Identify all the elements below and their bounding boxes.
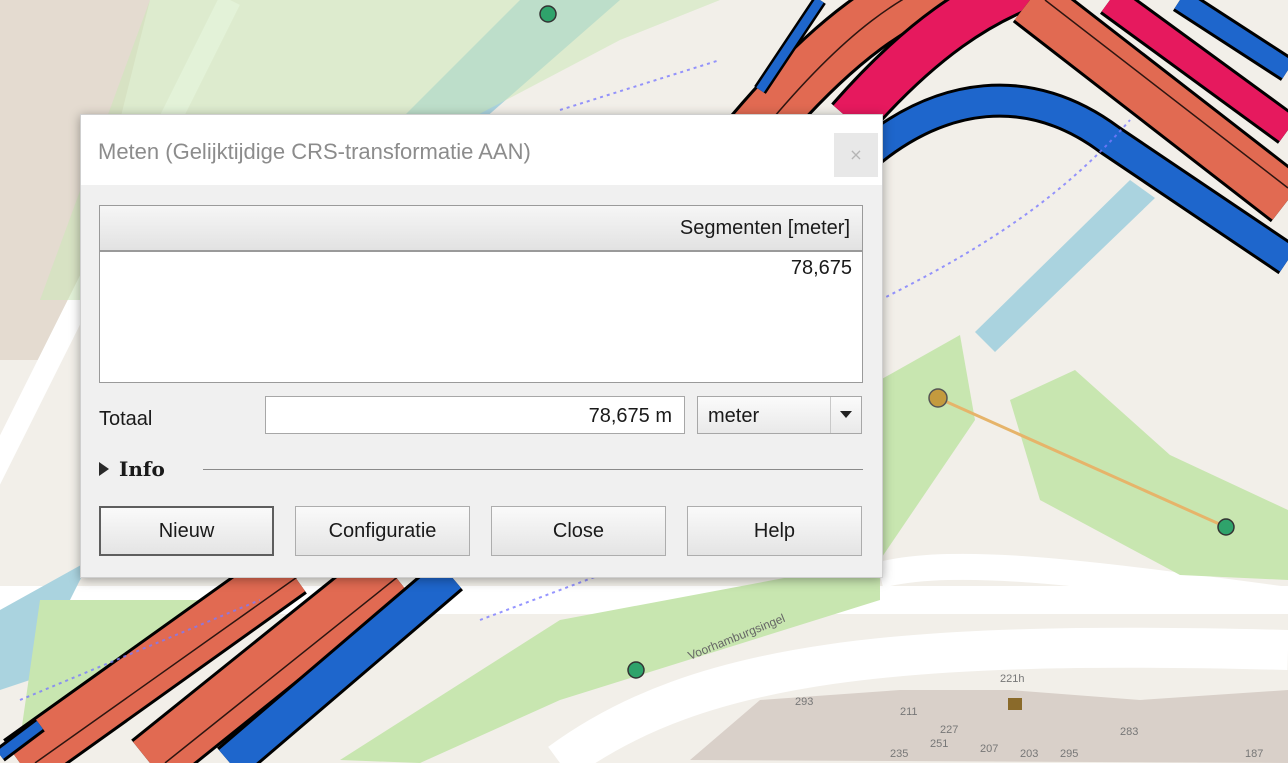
dialog-titlebar[interactable]: Meten (Gelijktijdige CRS-transformatie A… — [81, 115, 882, 185]
segments-column-header[interactable]: Segmenten [meter] — [100, 206, 862, 252]
segments-table[interactable]: Segmenten [meter] 78,675 — [99, 205, 863, 383]
close-icon[interactable]: × — [834, 133, 878, 177]
new-button[interactable]: Nieuw — [99, 506, 274, 556]
map-point-bottom — [627, 661, 645, 679]
house-number: 187 — [1245, 748, 1263, 760]
dialog-title: Meten (Gelijktijdige CRS-transformatie A… — [98, 139, 531, 164]
section-divider — [203, 469, 863, 470]
house-number: 235 — [890, 748, 908, 760]
house-number: 207 — [980, 743, 998, 755]
poi-icon — [1008, 698, 1022, 710]
house-number: 251 — [930, 738, 948, 750]
dropdown-button[interactable] — [830, 397, 861, 433]
unit-dropdown[interactable]: meter — [697, 396, 862, 434]
house-number: 295 — [1060, 748, 1078, 760]
house-number: 283 — [1120, 726, 1138, 738]
configuration-button[interactable]: Configuratie — [295, 506, 470, 556]
help-button[interactable]: Help — [687, 506, 862, 556]
chevron-down-icon — [840, 411, 852, 418]
total-label: Totaal — [99, 408, 153, 430]
map-point-top — [539, 5, 557, 23]
house-number: 293 — [795, 696, 813, 708]
measure-vertex-start — [928, 388, 948, 408]
house-number: 221h — [1000, 673, 1024, 685]
info-label[interactable]: Info — [119, 457, 165, 481]
close-button[interactable]: Close — [491, 506, 666, 556]
segment-row[interactable]: 78,675 — [100, 252, 862, 280]
info-collapsible[interactable]: Info — [99, 456, 863, 484]
total-field[interactable]: 78,675 m — [265, 396, 685, 434]
expand-arrow-icon[interactable] — [99, 462, 109, 476]
measure-vertex-end — [1217, 518, 1235, 536]
measure-dialog: Meten (Gelijktijdige CRS-transformatie A… — [80, 114, 883, 578]
house-number: 203 — [1020, 748, 1038, 760]
unit-selected-value: meter — [708, 405, 760, 427]
house-number: 211 — [900, 706, 918, 718]
house-number: 227 — [940, 724, 958, 736]
